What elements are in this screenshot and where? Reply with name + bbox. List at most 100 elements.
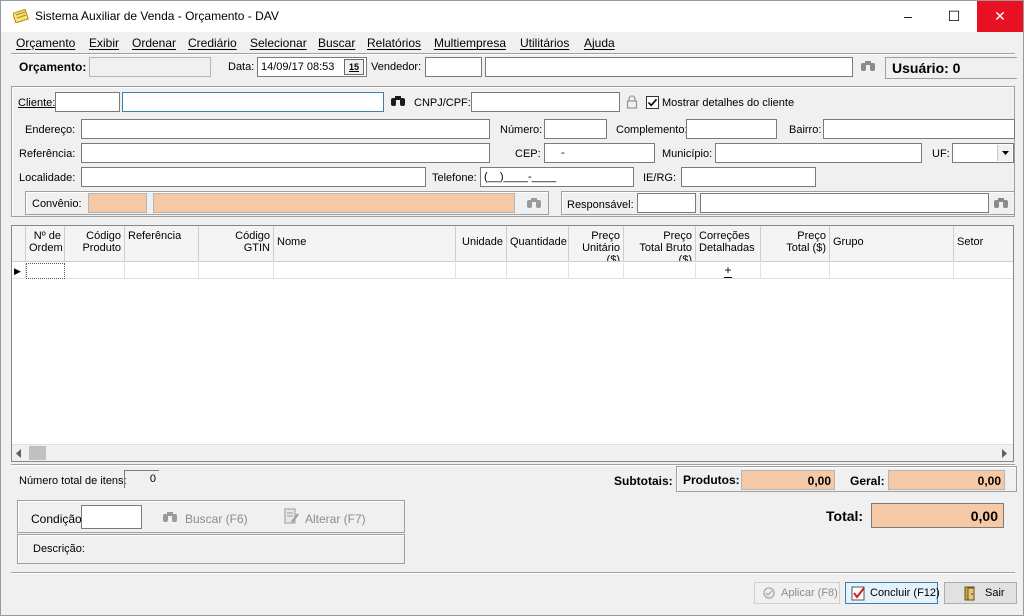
col-header-quantidade[interactable]: Quantidade <box>507 226 569 262</box>
expand-icon[interactable]: + <box>724 263 732 278</box>
scroll-right-icon[interactable] <box>1000 449 1008 458</box>
col-header-nome[interactable]: Nome <box>274 226 456 262</box>
cliente-name-field[interactable] <box>122 92 384 112</box>
concluir-label: Concluir (F12) <box>870 587 940 599</box>
vendedor-name-field[interactable] <box>485 57 853 77</box>
cliente-code-field[interactable] <box>55 92 120 112</box>
col-header-setor[interactable]: Setor <box>954 226 1013 262</box>
responsavel-code-field[interactable] <box>637 193 696 213</box>
telefone-field[interactable]: (__)____-____ <box>480 167 634 187</box>
scrollbar-thumb[interactable] <box>29 446 46 460</box>
menu-ordenar[interactable]: Ordenar <box>132 36 176 50</box>
table-cell[interactable] <box>830 263 954 279</box>
table-cell[interactable] <box>456 263 507 279</box>
col-header-ordem[interactable]: Nº de Ordem <box>26 226 65 262</box>
col-header-text: Nº de <box>33 230 61 242</box>
cep-label: CEP: <box>515 148 541 160</box>
total-value: 0,00 <box>871 503 1004 528</box>
menu-orcamento[interactable]: Orçamento <box>16 36 75 50</box>
table-cell[interactable] <box>624 263 696 279</box>
concluir-button[interactable]: Concluir (F12) <box>845 582 940 604</box>
numero-field[interactable] <box>544 119 607 139</box>
menu-relatorios[interactable]: Relatórios <box>367 36 421 50</box>
table-cell[interactable] <box>507 263 569 279</box>
vendedor-code-field[interactable] <box>425 57 482 77</box>
table-cell[interactable] <box>26 263 65 279</box>
horizontal-scrollbar[interactable] <box>12 444 1013 461</box>
responsavel-label: Responsável: <box>567 199 634 211</box>
referencia-field[interactable] <box>81 143 490 163</box>
alterar-button[interactable]: Alterar (F7) <box>305 512 366 526</box>
col-header-grupo[interactable]: Grupo <box>830 226 954 262</box>
localidade-field[interactable] <box>81 167 426 187</box>
telefone-label: Telefone: <box>432 172 477 184</box>
col-header-codigo-gtin[interactable]: Código GTIN <box>199 226 274 262</box>
menu-selecionar[interactable]: Selecionar <box>250 36 307 50</box>
condicao-field[interactable] <box>81 505 142 529</box>
cep-field[interactable]: - <box>544 143 655 163</box>
sair-button[interactable]: Sair <box>944 582 1017 604</box>
ierg-field[interactable] <box>681 167 816 187</box>
table-cell[interactable] <box>761 263 830 279</box>
correcoes-cell[interactable]: + <box>696 263 761 279</box>
col-header-preco-total[interactable]: Preço Total ($) <box>761 226 830 262</box>
complemento-field[interactable] <box>686 119 777 139</box>
cnpj-label: CNPJ/CPF: <box>414 97 471 109</box>
condicao-label: Condição: <box>31 512 86 526</box>
table-cell[interactable] <box>199 263 274 279</box>
col-header-preco-unitario[interactable]: Preço Unitário ($) <box>569 226 624 262</box>
table-cell[interactable] <box>125 263 199 279</box>
buscar-button[interactable]: Buscar (F6) <box>185 512 248 526</box>
binoculars-icon[interactable] <box>993 196 1009 210</box>
menu-ajuda[interactable]: Ajuda <box>584 36 615 50</box>
table-cell[interactable] <box>569 263 624 279</box>
chevron-down-icon[interactable] <box>997 145 1012 161</box>
apply-icon <box>763 587 775 599</box>
close-button[interactable]: ✕ <box>977 1 1023 32</box>
menu-exibir[interactable]: Exibir <box>89 36 119 50</box>
responsavel-name-field[interactable] <box>700 193 989 213</box>
scroll-left-icon[interactable] <box>15 449 23 458</box>
lock-icon <box>626 95 638 109</box>
data-label: Data: <box>228 61 255 73</box>
col-header-codigo-produto[interactable]: Código Produto <box>65 226 125 262</box>
binoculars-icon[interactable] <box>390 94 406 108</box>
cnpj-field[interactable] <box>471 92 620 112</box>
menu-multiempresa[interactable]: Multiempresa <box>434 36 506 50</box>
mostrar-detalhes-checkbox[interactable] <box>646 96 659 109</box>
items-grid[interactable]: Nº de Ordem Código Produto Referência Códi… <box>11 225 1014 462</box>
col-header-correcoes[interactable]: Correções Detalhadas <box>696 226 761 262</box>
notepad-app-icon <box>13 9 29 23</box>
table-cell[interactable] <box>954 263 1013 279</box>
window-title: Sistema Auxiliar de Venda - Orçamento - … <box>35 9 279 23</box>
convenio-code-field <box>88 193 147 213</box>
minimize-button[interactable]: – <box>885 1 931 32</box>
maximize-button[interactable]: ☐ <box>931 1 977 32</box>
num-itens-value: 0 <box>124 470 159 488</box>
binoculars-icon[interactable] <box>860 59 876 73</box>
complemento-label: Complemento: <box>616 124 688 136</box>
uf-label: UF: <box>932 148 950 160</box>
calendar-icon[interactable]: 15 <box>344 59 364 75</box>
bairro-field[interactable] <box>823 119 1015 139</box>
col-header-preco-total-bruto[interactable]: Preço Total Bruto ($) <box>624 226 696 262</box>
col-header-unidade[interactable]: Unidade <box>456 226 507 262</box>
grid-corner-header <box>12 226 26 262</box>
col-header-text: Unitário ($) <box>582 242 620 262</box>
menu-buscar[interactable]: Buscar <box>318 36 355 50</box>
maximize-icon: ☐ <box>947 8 961 24</box>
produtos-label: Produtos: <box>683 473 740 487</box>
menu-crediario[interactable]: Crediário <box>188 36 237 50</box>
aplicar-button[interactable]: Aplicar (F8) <box>754 582 840 604</box>
col-header-referencia[interactable]: Referência <box>125 226 199 262</box>
table-cell[interactable] <box>65 263 125 279</box>
mostrar-detalhes-label[interactable]: Mostrar detalhes do cliente <box>662 97 794 109</box>
uf-select[interactable] <box>952 143 1014 163</box>
col-header-text: Produto <box>82 242 121 254</box>
endereco-field[interactable] <box>81 119 490 139</box>
municipio-field[interactable] <box>715 143 922 163</box>
col-header-text: Preço <box>663 230 692 242</box>
table-cell[interactable] <box>274 263 456 279</box>
col-header-text: GTIN <box>243 242 270 254</box>
menu-utilitarios[interactable]: Utilitários <box>520 36 569 50</box>
